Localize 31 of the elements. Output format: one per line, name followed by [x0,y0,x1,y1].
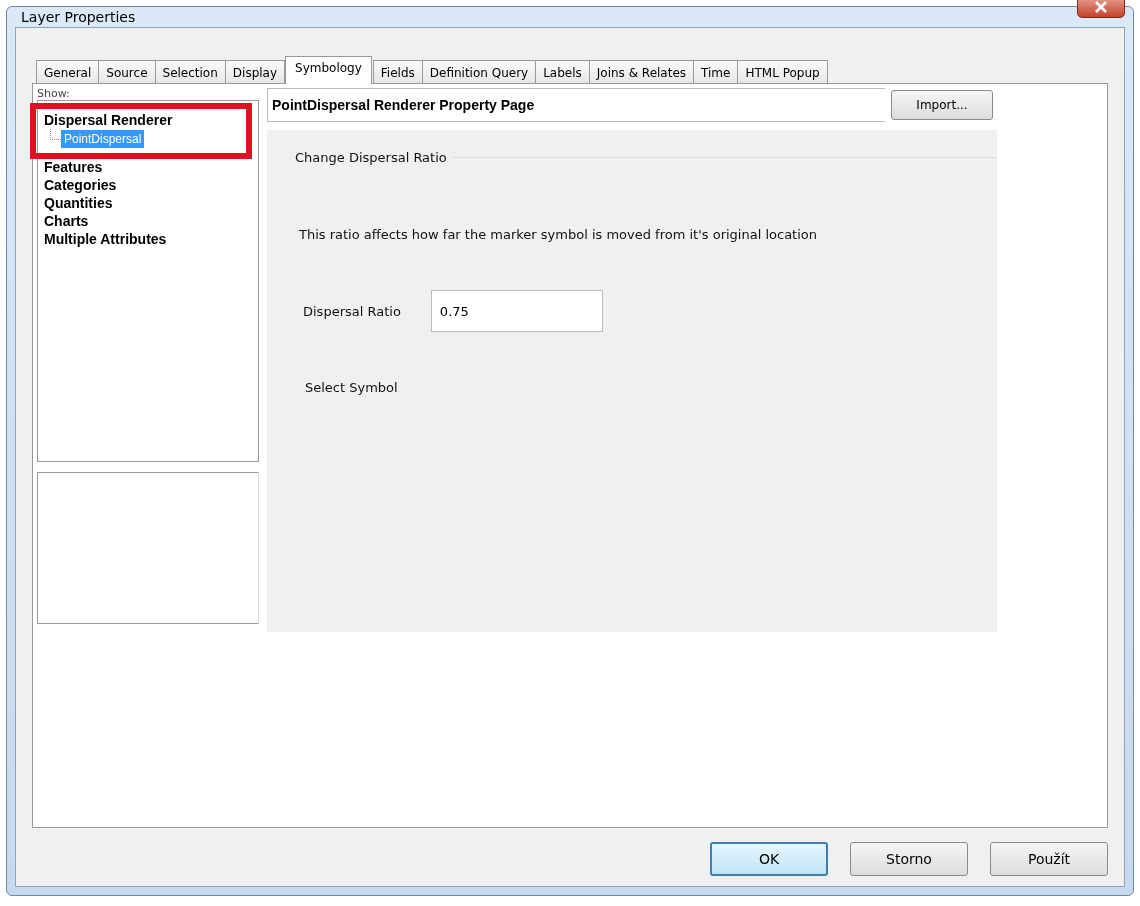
renderer-item[interactable]: Quantities [44,194,113,212]
tab[interactable]: Display [224,60,286,84]
page-title: PointDispersal Renderer Property Page [267,88,885,122]
tab[interactable]: HTML Popup [737,60,828,84]
renderer-item[interactable]: Dispersal Renderer [44,111,173,129]
tab[interactable]: General [36,60,100,84]
tab[interactable]: Time [693,60,739,84]
tab[interactable]: Symbology [285,56,372,84]
tab[interactable]: Joins & Relates [588,60,695,84]
show-label: Show: [37,88,71,100]
tab[interactable]: Labels [535,60,590,84]
description-text: This ratio affects how far the marker symbol is moved from it's original location [299,227,818,242]
tab[interactable]: Selection [154,60,226,84]
tab[interactable]: Definition Query [421,60,537,84]
dialog-button[interactable]: Storno [850,842,968,876]
window-title: Layer Properties [20,9,136,25]
ratio-field[interactable]: 0.75 [430,290,603,332]
renderer-item[interactable]: Features [44,158,103,176]
renderer-item[interactable]: Multiple Attributes [44,230,167,248]
renderer-item[interactable]: Charts [44,212,89,230]
ratio-label: Dispersal Ratio [303,303,401,319]
dialog-button[interactable]: Použít [990,842,1108,876]
import-button[interactable]: Import... [891,90,993,120]
close-icon [1094,1,1108,13]
tab[interactable]: Source [98,60,156,84]
dialog-button[interactable]: OK [710,842,828,876]
tab[interactable]: Fields [372,60,423,84]
symbol-label: Select Symbol [305,380,399,395]
close-button[interactable] [1077,0,1125,18]
renderer-item[interactable]: Categories [44,176,117,194]
group-title: Change Dispersal Ratio [295,150,447,165]
